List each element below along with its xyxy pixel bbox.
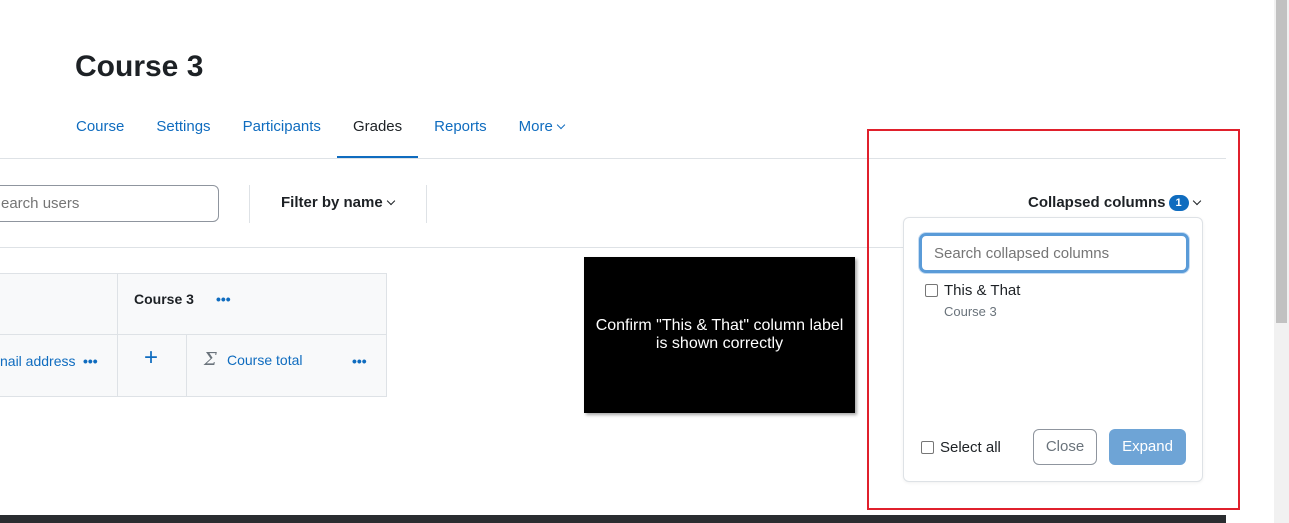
sigma-icon: Σ xyxy=(204,349,217,370)
column-option-label[interactable]: This & That xyxy=(944,282,1020,299)
email-actions-menu-icon[interactable]: ••• xyxy=(83,353,98,369)
overlay-message: Confirm "This & That" column label is sh… xyxy=(595,317,844,352)
plus-icon[interactable]: + xyxy=(144,346,158,370)
grid-header-cell xyxy=(0,273,119,335)
filter-by-name-button[interactable]: Filter by name xyxy=(281,194,395,211)
toolbar-divider xyxy=(426,185,427,223)
column-checkbox[interactable] xyxy=(925,284,938,297)
collapsed-count-badge: 1 xyxy=(1168,195,1189,211)
course-total-header[interactable]: Course total xyxy=(227,352,302,368)
chevron-down-icon xyxy=(556,120,566,130)
collapsed-columns-button[interactable]: Collapsed columns 1 xyxy=(1028,194,1201,211)
test-annotation-overlay: Confirm "This & That" column label is sh… xyxy=(584,257,855,413)
expand-button[interactable]: Expand xyxy=(1109,429,1186,465)
email-column-header[interactable]: nail address xyxy=(0,353,76,369)
tab-course[interactable]: Course xyxy=(60,104,140,159)
chevron-down-icon xyxy=(1192,196,1201,206)
column-option-category: Course 3 xyxy=(944,304,997,319)
toolbar-bottom-divider xyxy=(0,247,904,248)
footer-bar xyxy=(0,515,1226,523)
tab-more[interactable]: More xyxy=(503,104,580,159)
filter-by-name-label: Filter by name xyxy=(281,194,383,211)
tab-more-label: More xyxy=(518,118,553,135)
collapsed-columns-label: Collapsed columns xyxy=(1028,194,1166,211)
tab-settings[interactable]: Settings xyxy=(140,104,226,159)
select-all-checkbox[interactable] xyxy=(921,441,934,454)
tab-participants[interactable]: Participants xyxy=(227,104,337,159)
tab-reports[interactable]: Reports xyxy=(418,104,503,159)
tab-grades[interactable]: Grades xyxy=(336,104,419,159)
collapsed-columns-dropdown: This & That Course 3 Select all Close Ex… xyxy=(903,217,1203,482)
category-header: Course 3 xyxy=(134,291,194,307)
page-title: Course 3 xyxy=(75,50,204,83)
secondary-navigation: Course Settings Participants Grades Repo… xyxy=(60,104,580,159)
chevron-down-icon xyxy=(386,196,395,206)
search-collapsed-columns-input[interactable] xyxy=(919,233,1189,273)
search-users-input[interactable] xyxy=(0,185,219,222)
close-button[interactable]: Close xyxy=(1033,429,1097,465)
select-all-label[interactable]: Select all xyxy=(940,439,1001,456)
category-actions-menu-icon[interactable]: ••• xyxy=(216,291,231,307)
course-total-actions-menu-icon[interactable]: ••• xyxy=(352,353,367,369)
scrollbar-thumb[interactable] xyxy=(1276,0,1287,323)
toolbar-divider xyxy=(249,185,250,223)
